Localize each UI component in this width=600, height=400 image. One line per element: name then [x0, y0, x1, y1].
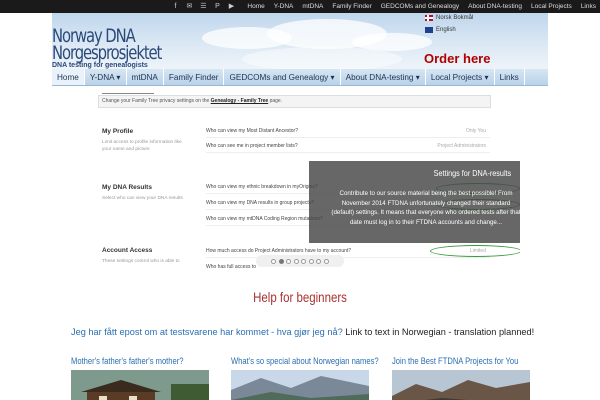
slider-dot-6[interactable]: [308, 258, 314, 264]
featured-slider[interactable]: Change your Family Tree privacy settings…: [98, 88, 520, 270]
slide-caption[interactable]: Settings for DNA-results Contribute to o…: [309, 161, 520, 243]
section-title: My Profile: [102, 128, 134, 135]
nav-home[interactable]: Home: [52, 69, 85, 85]
top-link-family-finder[interactable]: Family Finder: [332, 0, 371, 13]
feature-image-fjord[interactable]: [231, 370, 369, 400]
feature-column-3[interactable]: Join the Best FTDNA Projects for You: [392, 356, 592, 400]
slider-dot-1[interactable]: [270, 258, 276, 264]
top-link-ydna[interactable]: Y-DNA: [274, 0, 294, 13]
divider: [102, 93, 154, 94]
slider-dot-4[interactable]: [293, 258, 299, 264]
faq-question-link[interactable]: Jeg har fått epost om at testsvarene har…: [71, 327, 343, 337]
slider-dot-8[interactable]: [324, 258, 330, 264]
privacy-note: Change your Family Tree privacy settings…: [98, 95, 491, 108]
setting-row[interactable]: Who has full access to: [206, 260, 490, 270]
mail-icon[interactable]: ✉: [182, 0, 196, 13]
nav-gedcoms[interactable]: GEDCOMs and Genealogy ▾: [224, 69, 341, 85]
uk-flag-icon: [425, 27, 433, 33]
slider-dot-5[interactable]: [301, 258, 307, 264]
section-title: My DNA Results: [102, 184, 152, 191]
nav-ydna[interactable]: Y-DNA ▾: [85, 69, 127, 85]
feature-title[interactable]: Join the Best FTDNA Projects for You: [392, 356, 552, 367]
feature-title[interactable]: What's so special about Norwegian names?: [231, 356, 391, 367]
top-link-links[interactable]: Links: [581, 0, 596, 13]
setting-row[interactable]: Who can view my Most Distant Ancestor? On…: [206, 124, 490, 138]
slider-pagination: [256, 255, 344, 267]
slide-caption-text: Contribute to our source material being …: [331, 190, 520, 226]
top-link-local-projects[interactable]: Local Projects: [531, 0, 572, 13]
youtube-icon[interactable]: ▶: [224, 0, 238, 13]
site-tagline: DNA testing for genealogists: [52, 62, 148, 69]
slider-dot-3[interactable]: [286, 258, 292, 264]
site-logo-line2[interactable]: Norgesprosjektet: [52, 42, 162, 64]
facebook-icon[interactable]: f: [168, 0, 182, 13]
lang-norwegian[interactable]: Norsk Bokmål: [425, 15, 473, 21]
help-title: Help for beginners: [253, 289, 347, 305]
section-title: Account Access: [102, 247, 153, 254]
slide-caption-title: Settings for DNA-results: [433, 168, 511, 178]
lang-english-label: English: [436, 27, 456, 33]
faq-note: Link to text in Norwegian - translation …: [342, 327, 535, 337]
setting-row[interactable]: Who can see me in project member lists? P…: [206, 139, 490, 153]
pinterest-icon[interactable]: P: [210, 0, 224, 13]
feature-title[interactable]: Mother's father's father's mother?: [71, 356, 231, 367]
top-link-mtdna[interactable]: mtDNA: [302, 0, 323, 13]
family-tree-link[interactable]: Genealogy - Family Tree: [211, 98, 269, 104]
top-link-home[interactable]: Home: [247, 0, 264, 13]
top-link-about[interactable]: About DNA-testing: [468, 0, 522, 13]
lang-norwegian-label: Norsk Bokmål: [436, 15, 474, 21]
section-my-dna-results: My DNA Results Select who can view your …: [102, 184, 192, 202]
top-link-gedcoms[interactable]: GEDCOMs and Genealogy: [381, 0, 459, 13]
slider-dot-7[interactable]: [316, 258, 322, 264]
privacy-note-suffix: page.: [269, 98, 283, 104]
nav-mtdna[interactable]: mtDNA: [127, 69, 164, 85]
slider-dot-2[interactable]: [278, 258, 284, 264]
privacy-note-text: Change your Family Tree privacy settings…: [102, 98, 210, 104]
top-bar: f ✉ ☰ P ▶ Home Y-DNA mtDNA Family Finder…: [0, 0, 600, 13]
norway-flag-icon: [425, 15, 433, 21]
header-banner: Norway DNA Norgesprosjektet DNA testing …: [52, 13, 548, 69]
highlight-ring: [430, 245, 520, 257]
nav-about-dna[interactable]: About DNA-testing ▾: [341, 69, 426, 85]
feature-image-farmhouse[interactable]: [71, 370, 209, 400]
nav-local-projects[interactable]: Local Projects ▾: [426, 69, 495, 85]
order-here-link[interactable]: Order here: [424, 51, 490, 66]
section-desc: Limit access to profile information like…: [102, 140, 182, 152]
section-desc: These settings control who is able to: [102, 259, 180, 264]
faq-line: Jeg har fått epost om at testsvarene har…: [71, 327, 534, 337]
feature-image-mountains[interactable]: [392, 370, 530, 400]
section-desc: Select who can view your DNA results: [102, 196, 183, 201]
section-my-profile: My Profile Limit access to profile infor…: [102, 128, 192, 153]
nav-links[interactable]: Links: [495, 69, 525, 85]
lang-english[interactable]: English: [425, 27, 456, 33]
section-account-access: Account Access These settings control wh…: [102, 247, 192, 265]
rss-icon[interactable]: ☰: [196, 0, 210, 13]
nav-family-finder[interactable]: Family Finder: [164, 69, 225, 85]
main-nav: Home Y-DNA ▾ mtDNA Family Finder GEDCOMs…: [52, 69, 548, 86]
